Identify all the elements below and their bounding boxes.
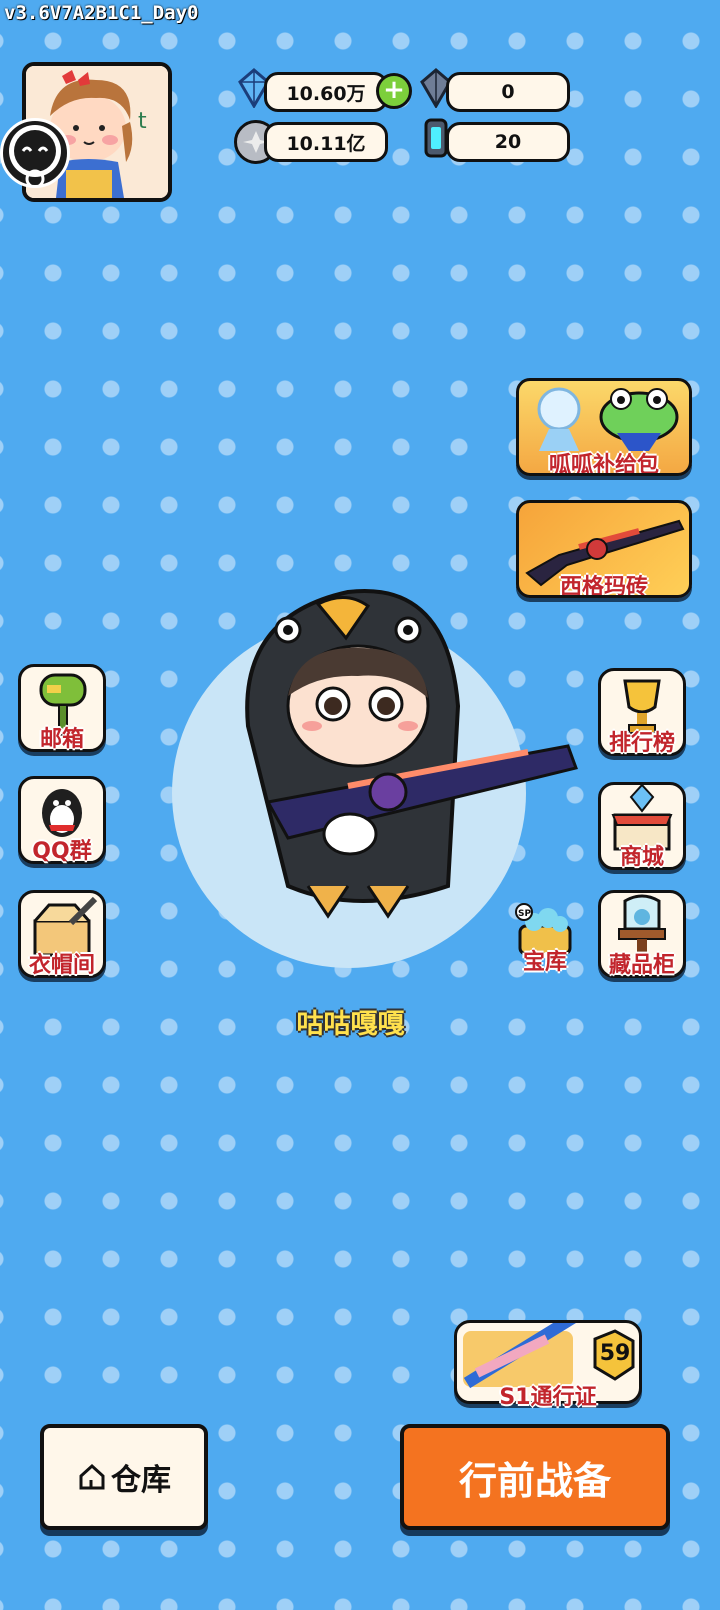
qq-group-button[interactable]: QQ群 — [18, 776, 106, 864]
supply-pack-label: 呱呱补给包 — [548, 453, 659, 476]
home-icon — [79, 1463, 105, 1490]
character-model[interactable] — [228, 586, 588, 926]
prepare-label: 行前战备 — [458, 1458, 611, 1503]
shop-button[interactable]: 商城 — [598, 782, 686, 870]
treasury-label: 宝库 — [522, 950, 568, 975]
dark-crystal-amount: 0 — [446, 72, 570, 112]
energy-amount: 20 — [446, 122, 570, 162]
wardrobe-button[interactable]: 衣帽间 — [18, 890, 106, 978]
add-diamond-button[interactable]: + — [376, 73, 412, 109]
shop-label: 商城 — [619, 845, 665, 870]
penguin-girl-character — [245, 589, 578, 919]
supply-pack-card[interactable]: 呱呱补给包 — [516, 378, 692, 476]
mailbox-button[interactable]: 邮箱 — [18, 664, 106, 752]
warehouse-label: 仓库 — [111, 1463, 171, 1498]
battle-pass-button[interactable]: 59 S1通行证 — [454, 1297, 642, 1410]
battle-pass-label: S1通行证 — [499, 1385, 597, 1410]
collection-button[interactable]: 藏品柜 — [598, 890, 686, 978]
version-text: v3.6V7A2B1C1_Day0 — [4, 2, 199, 24]
sigma-brick-card[interactable]: 西格玛砖 — [516, 500, 692, 598]
wardrobe-label: 衣帽间 — [28, 953, 96, 978]
warehouse-button[interactable]: 仓库 — [40, 1424, 208, 1530]
mailbox-label: 邮箱 — [39, 727, 85, 752]
prepare-for-battle-button[interactable]: 行前战备 — [400, 1424, 670, 1530]
svg-text:t: t — [138, 109, 147, 134]
leaderboard-label: 排行榜 — [608, 731, 676, 756]
collection-label: 藏品柜 — [608, 953, 676, 978]
character-name: 咕咕嘎嘎 — [296, 1009, 405, 1040]
battle-pass-level: 59 — [599, 1341, 631, 1366]
coin-amount: 10.11亿 — [264, 122, 388, 162]
qq-group-label: QQ群 — [32, 839, 92, 864]
leaderboard-button[interactable]: 排行榜 — [598, 668, 686, 756]
diamond-amount: 10.60万 — [264, 72, 388, 112]
settings-gear-icon[interactable] — [0, 118, 70, 189]
